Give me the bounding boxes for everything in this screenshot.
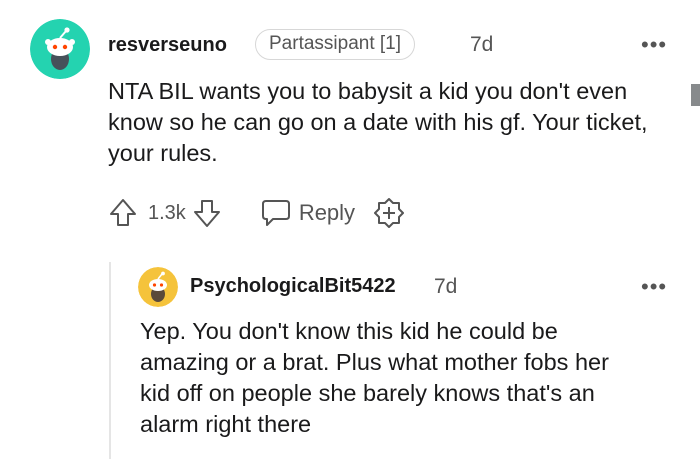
- user-flair-badge: Partassipant [1]: [255, 29, 416, 60]
- reply-more-options-icon[interactable]: •••: [641, 276, 667, 298]
- user-avatar[interactable]: [30, 19, 90, 79]
- award-plus-icon[interactable]: [373, 197, 405, 229]
- reply-button[interactable]: Reply: [260, 198, 355, 228]
- reply-timestamp[interactable]: 7d: [434, 275, 457, 299]
- reply-bubble-icon: [260, 198, 292, 228]
- comment-username[interactable]: resverseuno: [108, 34, 227, 57]
- more-options-icon[interactable]: •••: [641, 34, 667, 56]
- comment-thread: resverseuno Partassipant [1] 7d ••• NTA …: [0, 0, 700, 459]
- reply-body: Yep. You don't know this kid he could be…: [140, 318, 609, 437]
- scrollbar-thumb[interactable]: [691, 84, 700, 106]
- comment-body: NTA BIL wants you to babysit a kid you d…: [108, 78, 648, 166]
- vote-count: 1.3k: [148, 201, 186, 224]
- reply-username[interactable]: PsychologicalBit5422: [190, 275, 396, 298]
- upvote-arrow-icon[interactable]: [108, 197, 138, 229]
- thread-line[interactable]: [109, 262, 111, 459]
- downvote-arrow-icon[interactable]: [192, 197, 222, 229]
- reply-label: Reply: [298, 200, 356, 225]
- snoo-avatar-icon: [138, 267, 178, 307]
- reply-user-avatar[interactable]: [138, 267, 178, 307]
- snoo-avatar-icon: [30, 19, 90, 79]
- comment-timestamp[interactable]: 7d: [470, 33, 493, 57]
- comment-action-bar: 1.3k Reply: [108, 196, 405, 230]
